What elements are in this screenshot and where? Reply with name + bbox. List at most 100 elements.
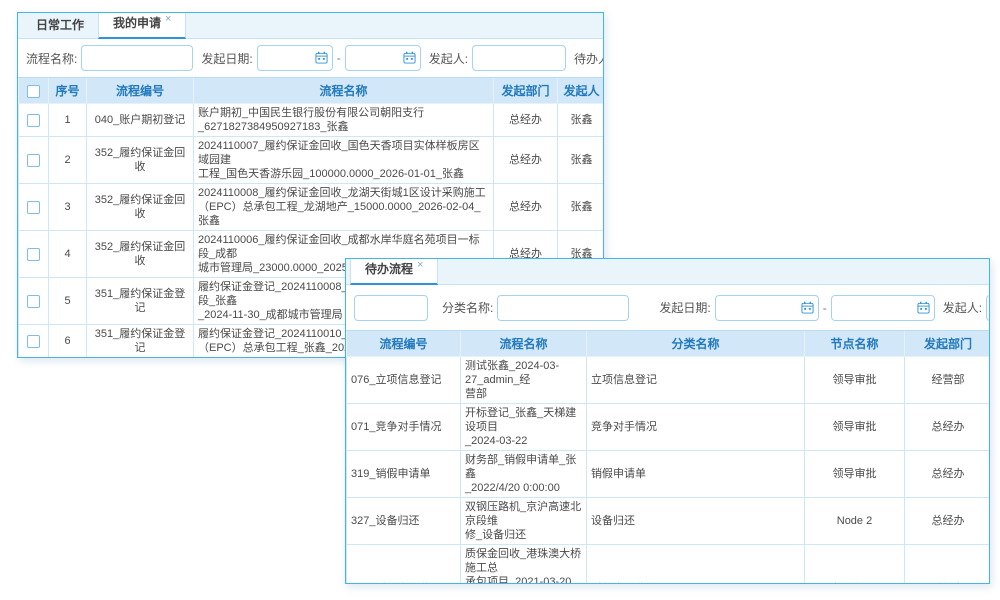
table-row[interactable]: 316_质保金回收 质保金回收_港珠澳大桥施工总 承包项目_2021-03-20… bbox=[347, 545, 991, 585]
panel1-tabbar: 日常工作 我的申请 × bbox=[18, 13, 603, 39]
cell-dept: 总经办 bbox=[494, 184, 558, 231]
calendar-icon[interactable] bbox=[315, 51, 328, 67]
tab-daily-work[interactable]: 日常工作 bbox=[22, 12, 98, 38]
date-from-field bbox=[257, 45, 333, 71]
cell-name: 2024110007_履约保证金回收_国色天香项目实体样板房区域园建 工程_国色… bbox=[194, 137, 494, 184]
calendar-icon[interactable] bbox=[917, 301, 930, 317]
col-seq: 序号 bbox=[49, 78, 87, 104]
close-icon[interactable]: × bbox=[165, 13, 171, 25]
cell-dept: 总经办 bbox=[905, 451, 991, 498]
row-checkbox[interactable] bbox=[27, 201, 40, 214]
col-code: 流程编号 bbox=[347, 331, 461, 357]
initiator-label: 发起人: bbox=[943, 299, 982, 316]
table-row[interactable]: 319_销假申请单 财务部_销假申请单_张鑫 _2022/4/20 0:00:0… bbox=[347, 451, 991, 498]
col-person: 发起人 bbox=[558, 78, 605, 104]
tab-pending-processes[interactable]: 待办流程 × bbox=[350, 258, 438, 285]
row-checkbox[interactable] bbox=[27, 154, 40, 167]
table-row[interactable]: 076_立项信息登记 测试张鑫_2024-03-27_admin_经 营部 立项… bbox=[347, 357, 991, 404]
start-date-label: 发起日期: bbox=[201, 50, 252, 67]
cell-name: 双钢压路机_京沪高速北京段维 修_设备归还 bbox=[461, 498, 587, 545]
cell-code: 352_履约保证金回收 bbox=[87, 231, 194, 278]
row-checkbox-cell bbox=[19, 137, 49, 184]
process-name-label: 流程名称: bbox=[26, 50, 77, 67]
cell-node: 领导审批 bbox=[805, 451, 905, 498]
calendar-icon[interactable] bbox=[801, 301, 814, 317]
todo-person-label: 待办人: bbox=[574, 50, 603, 67]
cell-code: 351_履约保证金登记 bbox=[87, 358, 194, 359]
cell-name: 质保金回收_港珠澳大桥施工总 承包项目_2021-03-20_港珠澳大 桥施工总… bbox=[461, 545, 587, 585]
tab-label: 我的申请 bbox=[113, 16, 161, 30]
tab-label: 日常工作 bbox=[36, 18, 84, 32]
date-range-dash: - bbox=[823, 301, 827, 315]
cell-code: 040_账户期初登记 bbox=[87, 104, 194, 137]
pending-processes-window: 待办流程× 分类名称: 发起日期: - 发起人: 流程编号 bbox=[345, 258, 990, 584]
cell-code: 316_质保金回收 bbox=[347, 545, 461, 585]
cell-name: 2024110008_履约保证金回收_龙湖天街城1区设计采购施工 （EPC）总承… bbox=[194, 184, 494, 231]
cell-category: 竞争对手情况 bbox=[587, 404, 805, 451]
initiator-input[interactable] bbox=[986, 295, 989, 321]
select-all-checkbox[interactable] bbox=[27, 85, 40, 98]
panel1-filter-bar: 流程名称: 发起日期: - 发起人: 待办人: bbox=[18, 39, 603, 77]
row-checkbox-cell bbox=[19, 231, 49, 278]
cell-dept: 总经办 bbox=[494, 104, 558, 137]
table-row[interactable]: 3 352_履约保证金回收 2024110008_履约保证金回收_龙湖天街城1区… bbox=[19, 184, 605, 231]
initiator-label: 发起人: bbox=[429, 50, 468, 67]
tab-label: 待办流程 bbox=[365, 262, 413, 276]
table-row[interactable]: 2 352_履约保证金回收 2024110007_履约保证金回收_国色天香项目实… bbox=[19, 137, 605, 184]
select-all-checkbox-cell bbox=[19, 78, 49, 104]
process-name-input[interactable] bbox=[354, 295, 428, 321]
table-row[interactable]: 1 040_账户期初登记 账户期初_中国民生银行股份有限公司朝阳支行 _6271… bbox=[19, 104, 605, 137]
cell-dept: 总经办 bbox=[905, 498, 991, 545]
cell-seq: 3 bbox=[49, 184, 87, 231]
cell-seq: 4 bbox=[49, 231, 87, 278]
category-name-input[interactable] bbox=[497, 295, 629, 321]
cell-person: 张鑫 bbox=[558, 137, 605, 184]
cell-code: 351_履约保证金登记 bbox=[87, 325, 194, 358]
calendar-icon[interactable] bbox=[403, 51, 416, 67]
col-dept: 发起部门 bbox=[905, 331, 991, 357]
cell-node: 领导审批 bbox=[805, 404, 905, 451]
cell-code: 352_履约保证金回收 bbox=[87, 137, 194, 184]
cell-code: 319_销假申请单 bbox=[347, 451, 461, 498]
table-row[interactable]: 071_竞争对手情况 开标登记_张鑫_天梯建设项目 _2024-03-22 竞争… bbox=[347, 404, 991, 451]
row-checkbox-cell bbox=[19, 104, 49, 137]
process-name-input[interactable] bbox=[81, 45, 193, 71]
cell-person: 张鑫 bbox=[558, 104, 605, 137]
col-node: 节点名称 bbox=[805, 331, 905, 357]
date-range-dash: - bbox=[337, 51, 341, 65]
row-checkbox[interactable] bbox=[27, 114, 40, 127]
cell-seq: 5 bbox=[49, 278, 87, 325]
row-checkbox-cell bbox=[19, 184, 49, 231]
cell-seq: 1 bbox=[49, 104, 87, 137]
cell-category: 销假申请单 bbox=[587, 451, 805, 498]
table-header-row: 序号 流程编号 流程名称 发起部门 发起人 bbox=[19, 78, 605, 104]
col-code: 流程编号 bbox=[87, 78, 194, 104]
cell-code: 351_履约保证金登记 bbox=[87, 278, 194, 325]
cell-code: 076_立项信息登记 bbox=[347, 357, 461, 404]
table-header-row: 流程编号 流程名称 分类名称 节点名称 发起部门 bbox=[347, 331, 991, 357]
row-checkbox[interactable] bbox=[27, 295, 40, 308]
cell-dept: 总经办 bbox=[905, 545, 991, 585]
table-row[interactable]: 327_设备归还 双钢压路机_京沪高速北京段维 修_设备归还 设备归还 Node… bbox=[347, 498, 991, 545]
date-to-field bbox=[345, 45, 421, 71]
tab-my-applications[interactable]: 我的申请 × bbox=[98, 12, 186, 39]
cell-category: 立项信息登记 bbox=[587, 357, 805, 404]
pending-processes-table: 流程编号 流程名称 分类名称 节点名称 发起部门 076_立项信息登记 测试张鑫… bbox=[346, 330, 989, 584]
col-dept: 发起部门 bbox=[494, 78, 558, 104]
cell-node: 领导审批 bbox=[805, 357, 905, 404]
col-name: 流程名称 bbox=[194, 78, 494, 104]
cell-name: 开标登记_张鑫_天梯建设项目 _2024-03-22 bbox=[461, 404, 587, 451]
cell-code: 352_履约保证金回收 bbox=[87, 184, 194, 231]
row-checkbox[interactable] bbox=[27, 248, 40, 261]
cell-seq: 7 bbox=[49, 358, 87, 359]
col-name: 流程名称 bbox=[461, 331, 587, 357]
category-name-label: 分类名称: bbox=[442, 299, 493, 316]
cell-name: 财务部_销假申请单_张鑫 _2022/4/20 0:00:00 bbox=[461, 451, 587, 498]
row-checkbox[interactable] bbox=[27, 335, 40, 348]
cell-person: 张鑫 bbox=[558, 184, 605, 231]
cell-node: Node 2 bbox=[805, 498, 905, 545]
close-icon[interactable]: × bbox=[417, 259, 423, 271]
cell-seq: 2 bbox=[49, 137, 87, 184]
initiator-input[interactable] bbox=[472, 45, 566, 71]
cell-code: 071_竞争对手情况 bbox=[347, 404, 461, 451]
